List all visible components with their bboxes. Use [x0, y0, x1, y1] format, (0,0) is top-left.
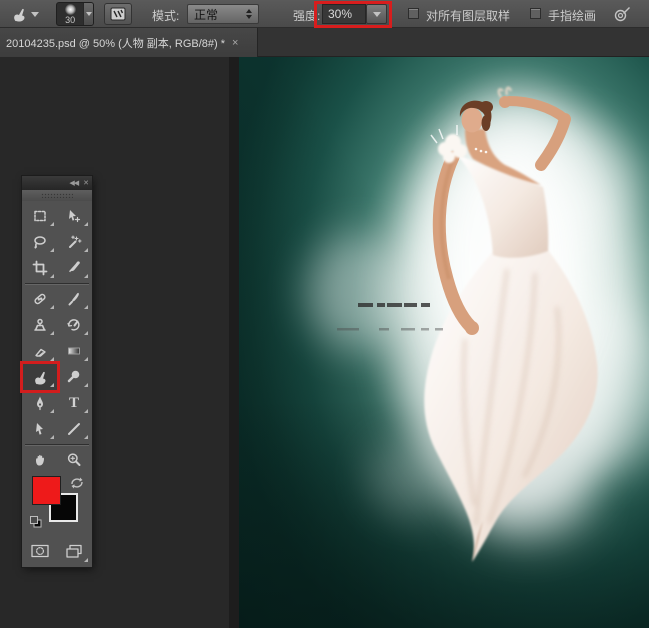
checkbox-icon: [530, 8, 541, 19]
brush-picker-arrow[interactable]: [83, 3, 93, 25]
type-tool-icon: T: [69, 396, 79, 411]
mode-dropdown[interactable]: 正常: [187, 4, 259, 24]
brush-panel-icon: [109, 6, 127, 22]
tool-crop[interactable]: [23, 255, 57, 281]
airbrush-icon: [612, 4, 632, 24]
color-swatch-area: [23, 473, 91, 537]
strength-dropdown-arrow[interactable]: [366, 4, 387, 24]
screen-mode-button[interactable]: [57, 537, 91, 565]
tool-path-selection[interactable]: [23, 416, 57, 442]
toggle-brush-panel-button[interactable]: [104, 3, 132, 25]
sample-all-layers-checkbox[interactable]: [408, 8, 419, 19]
tool-clone-stamp[interactable]: [23, 312, 57, 338]
tool-history-brush[interactable]: [57, 312, 91, 338]
tool-dodge[interactable]: [57, 364, 91, 390]
chevron-down-icon: [373, 12, 381, 17]
path-selection-icon: [32, 421, 48, 437]
foreground-color-swatch[interactable]: [32, 476, 61, 505]
panel-grip-handle[interactable]: [22, 190, 92, 201]
chevron-down-icon: [31, 12, 39, 17]
quick-mask-button[interactable]: [23, 537, 57, 565]
default-colors-icon[interactable]: [29, 515, 43, 534]
finger-painting-label: 手指绘画: [548, 7, 596, 24]
eyedropper-icon: [66, 260, 82, 276]
tab-close-icon[interactable]: ×: [232, 37, 238, 49]
hand-icon: [32, 452, 48, 468]
tool-magic-wand[interactable]: [57, 229, 91, 255]
tool-move[interactable]: [57, 203, 91, 229]
brush-preset-picker[interactable]: 30: [56, 2, 94, 26]
tool-gradient[interactable]: [57, 338, 91, 364]
rectangular-marquee-icon: [32, 208, 48, 224]
updown-arrows-icon: [246, 9, 252, 19]
finger-painting-checkbox[interactable]: [530, 8, 541, 19]
document-tab[interactable]: 20104235.psd @ 50% (人物 副本, RGB/8#) * ×: [0, 28, 258, 57]
tools-panel-header[interactable]: ◀◀ ✕: [22, 176, 92, 190]
dodge-icon: [66, 369, 82, 385]
brush-icon: [66, 291, 82, 307]
checkbox-icon: [408, 8, 419, 19]
smudge-icon: [32, 369, 49, 386]
bandage-icon: [32, 291, 48, 307]
strength-input[interactable]: 30%: [322, 4, 366, 24]
document-canvas[interactable]: [239, 57, 649, 628]
tablet-pressure-button[interactable]: [612, 4, 632, 24]
history-brush-icon: [66, 317, 82, 333]
tool-grid: T: [23, 203, 91, 473]
tool-type[interactable]: T: [57, 390, 91, 416]
sample-all-layers-label: 对所有图层取样: [426, 7, 510, 24]
collapse-panel-icon[interactable]: ◀◀: [69, 180, 78, 187]
mode-buttons: [23, 537, 91, 565]
tool-line[interactable]: [57, 416, 91, 442]
tool-preset-picker[interactable]: [6, 3, 48, 25]
photoshop-window: 30 模式: 正常 强度: 30%: [0, 0, 649, 628]
close-panel-icon[interactable]: ✕: [83, 180, 88, 187]
tool-lasso[interactable]: [23, 229, 57, 255]
quick-mask-icon: [30, 543, 50, 559]
strength-value: 30%: [328, 7, 352, 21]
tool-hand[interactable]: [23, 447, 57, 473]
move-tool-icon: [66, 208, 82, 224]
brush-preview: 30: [57, 3, 83, 25]
chevron-down-icon: [86, 12, 92, 16]
document-tab-bar: 20104235.psd @ 50% (人物 副本, RGB/8#) * ×: [0, 28, 649, 57]
tool-rectangular-marquee[interactable]: [23, 203, 57, 229]
document-title: 20104235.psd @ 50% (人物 副本, RGB/8#) *: [6, 35, 225, 51]
clone-stamp-icon: [32, 317, 48, 333]
canvas-left-edge: [229, 57, 239, 628]
tool-smudge[interactable]: [23, 364, 57, 390]
tool-zoom[interactable]: [57, 447, 91, 473]
zoom-icon: [66, 452, 82, 468]
line-icon: [66, 421, 82, 437]
mode-dropdown-value: 正常: [194, 6, 218, 23]
tool-brush[interactable]: [57, 286, 91, 312]
mode-label: 模式:: [152, 7, 179, 24]
brush-tip-icon: [65, 4, 76, 15]
tool-spot-healing-brush[interactable]: [23, 286, 57, 312]
smudge-tool-icon: [11, 6, 28, 23]
bride-photo: [239, 57, 649, 628]
lasso-icon: [32, 234, 48, 250]
screen-mode-icon: [64, 543, 84, 559]
tool-eyedropper[interactable]: [57, 255, 91, 281]
tool-eraser[interactable]: [23, 338, 57, 364]
tools-panel: ◀◀ ✕: [22, 176, 92, 567]
eraser-icon: [32, 343, 48, 359]
tool-pen[interactable]: [23, 390, 57, 416]
crop-icon: [32, 260, 48, 276]
brush-size-value: 30: [57, 15, 83, 25]
magic-wand-icon: [66, 234, 82, 250]
gradient-icon: [66, 343, 82, 359]
pen-icon: [32, 395, 48, 411]
tool-options-bar: 30 模式: 正常 强度: 30%: [0, 0, 649, 28]
strength-label: 强度:: [293, 7, 320, 24]
